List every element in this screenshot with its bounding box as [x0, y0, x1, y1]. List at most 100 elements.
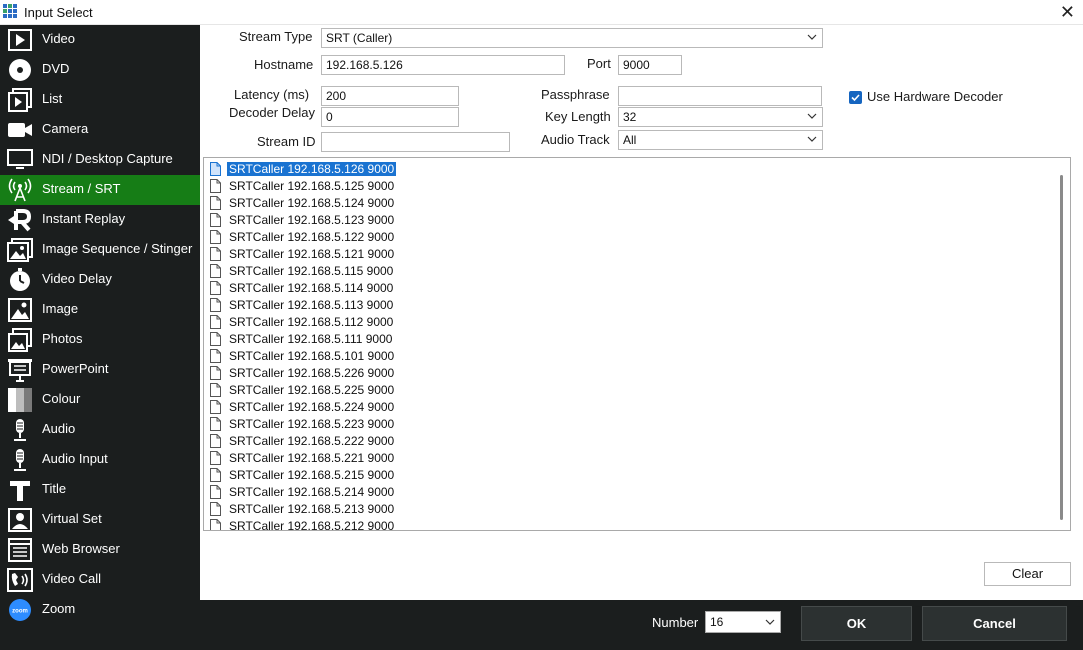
sidebar-item-zoom[interactable]: zoom Zoom: [0, 595, 200, 625]
sidebar-item-video-delay[interactable]: Video Delay: [0, 265, 200, 295]
document-icon: [210, 280, 221, 295]
key-length-label: Key Length: [545, 109, 611, 124]
stream-type-select[interactable]: SRT (Caller): [321, 28, 823, 48]
sidebar-item-stream-srt[interactable]: Stream / SRT: [0, 175, 200, 205]
vertical-scrollbar[interactable]: [1060, 175, 1063, 520]
cancel-button[interactable]: Cancel: [922, 606, 1067, 641]
sidebar-item-video-call[interactable]: Video Call: [0, 565, 200, 595]
audio-track-select[interactable]: All: [618, 130, 823, 150]
list-item[interactable]: SRTCaller 192.168.5.122 9000: [210, 228, 396, 245]
sidebar-item-label: Image: [42, 301, 79, 316]
close-icon[interactable]: ✕: [1060, 2, 1075, 22]
stream-id-label: Stream ID: [257, 134, 316, 149]
sidebar-item-list[interactable]: List: [0, 85, 200, 115]
list-item-label: SRTCaller 192.168.5.223 9000: [229, 416, 395, 431]
window-title: Input Select: [24, 5, 93, 20]
decoder-delay-input[interactable]: 0: [321, 107, 459, 127]
number-select[interactable]: 16: [705, 611, 781, 633]
colour-icon: [7, 388, 33, 412]
list-item[interactable]: SRTCaller 192.168.5.225 9000: [210, 381, 396, 398]
image-icon: [7, 298, 33, 322]
sidebar-item-label: Audio: [42, 421, 76, 436]
list-item[interactable]: SRTCaller 192.168.5.125 9000: [210, 177, 396, 194]
sidebar-item-colour[interactable]: Colour: [0, 385, 200, 415]
list-item[interactable]: SRTCaller 192.168.5.115 9000: [210, 262, 395, 279]
list-item[interactable]: SRTCaller 192.168.5.226 9000: [210, 364, 396, 381]
document-icon: [210, 450, 221, 465]
image-sequence-icon: [7, 238, 33, 262]
zoom-icon: zoom: [7, 598, 33, 622]
sidebar-item-label: Stream / SRT: [42, 181, 121, 196]
latency-input[interactable]: 200: [321, 86, 459, 106]
stream-list[interactable]: SRTCaller 192.168.5.126 9000 SRTCaller 19…: [203, 157, 1071, 531]
ok-button[interactable]: OK: [801, 606, 912, 641]
sidebar-item-label: Video: [42, 31, 76, 46]
virtual-set-icon: [7, 508, 33, 532]
list-item[interactable]: SRTCaller 192.168.5.111 9000: [210, 330, 394, 347]
chevron-down-icon: [807, 136, 817, 142]
sidebar-item-image-sequence-stinger[interactable]: Image Sequence / Stinger: [0, 235, 200, 265]
list-item[interactable]: SRTCaller 192.168.5.224 9000: [210, 398, 396, 415]
sidebar-item-instant-replay[interactable]: Instant Replay: [0, 205, 200, 235]
latency-label: Latency (ms): [234, 87, 310, 102]
port-input[interactable]: 9000: [618, 55, 682, 75]
list-item[interactable]: SRTCaller 192.168.5.221 9000: [210, 449, 396, 466]
web-browser-icon: [7, 538, 33, 562]
sidebar-item-camera[interactable]: Camera: [0, 115, 200, 145]
list-item[interactable]: SRTCaller 192.168.5.101 9000: [210, 347, 396, 364]
sidebar-item-audio[interactable]: Audio: [0, 415, 200, 445]
sidebar-item-label: Image Sequence / Stinger: [42, 241, 193, 256]
document-icon: [210, 382, 221, 397]
sidebar-item-title[interactable]: Title: [0, 475, 200, 505]
sidebar-item-powerpoint[interactable]: PowerPoint: [0, 355, 200, 385]
sidebar-item-dvd[interactable]: DVD: [0, 55, 200, 85]
document-icon: [210, 297, 221, 312]
document-icon: [210, 229, 221, 244]
list-item[interactable]: SRTCaller 192.168.5.222 9000: [210, 432, 396, 449]
list-item-label: SRTCaller 192.168.5.226 9000: [229, 365, 395, 380]
document-icon: [210, 518, 221, 530]
list-item[interactable]: SRTCaller 192.168.5.213 9000: [210, 500, 396, 517]
sidebar-item-virtual-set[interactable]: Virtual Set: [0, 505, 200, 535]
passphrase-input[interactable]: [618, 86, 822, 106]
list-item[interactable]: SRTCaller 192.168.5.123 9000: [210, 211, 396, 228]
hardware-decoder-label: Use Hardware Decoder: [867, 89, 1003, 104]
list-item[interactable]: SRTCaller 192.168.5.223 9000: [210, 415, 396, 432]
microphone-icon: [7, 448, 33, 472]
document-icon: [210, 467, 221, 482]
sidebar-item-audio-input[interactable]: Audio Input: [0, 445, 200, 475]
hardware-decoder-checkbox[interactable]: [849, 91, 862, 104]
list-item-label: SRTCaller 192.168.5.212 9000: [229, 518, 395, 531]
list-item[interactable]: SRTCaller 192.168.5.212 9000: [210, 517, 396, 531]
svg-text:zoom: zoom: [12, 609, 28, 615]
list-item[interactable]: SRTCaller 192.168.5.215 9000: [210, 466, 396, 483]
input-type-sidebar: Video DVD List Camera NDI / Desktop Capture S…: [0, 25, 200, 650]
hostname-input[interactable]: 192.168.5.126: [321, 55, 565, 75]
clear-button[interactable]: Clear: [984, 562, 1071, 586]
stream-type-label: Stream Type: [239, 29, 313, 44]
list-item[interactable]: SRTCaller 192.168.5.214 9000: [210, 483, 396, 500]
sidebar-item-image[interactable]: Image: [0, 295, 200, 325]
list-item[interactable]: SRTCaller 192.168.5.121 9000: [210, 245, 396, 262]
list-item-label: SRTCaller 192.168.5.214 9000: [229, 484, 395, 499]
video-icon: [7, 28, 33, 52]
photos-icon: [7, 328, 33, 352]
sidebar-item-label: Colour: [42, 391, 81, 406]
sidebar-item-web-browser[interactable]: Web Browser: [0, 535, 200, 565]
list-item[interactable]: SRTCaller 192.168.5.126 9000: [210, 160, 397, 177]
list-item[interactable]: SRTCaller 192.168.5.114 9000: [210, 279, 395, 296]
list-item[interactable]: SRTCaller 192.168.5.113 9000: [210, 296, 395, 313]
stream-id-input[interactable]: [321, 132, 510, 152]
sidebar-item-photos[interactable]: Photos: [0, 325, 200, 355]
sidebar-item-label: Video Delay: [42, 271, 112, 286]
clock-icon: [7, 268, 33, 292]
sidebar-item-label: List: [42, 91, 63, 106]
list-item-label: SRTCaller 192.168.5.221 9000: [229, 450, 395, 465]
list-item[interactable]: SRTCaller 192.168.5.112 9000: [210, 313, 395, 330]
key-length-select[interactable]: 32: [618, 107, 823, 127]
replay-icon: [7, 208, 33, 232]
video-call-icon: [7, 568, 33, 592]
sidebar-item-ndi-desktop-capture[interactable]: NDI / Desktop Capture: [0, 145, 200, 175]
list-item[interactable]: SRTCaller 192.168.5.124 9000: [210, 194, 396, 211]
sidebar-item-video[interactable]: Video: [0, 25, 200, 55]
